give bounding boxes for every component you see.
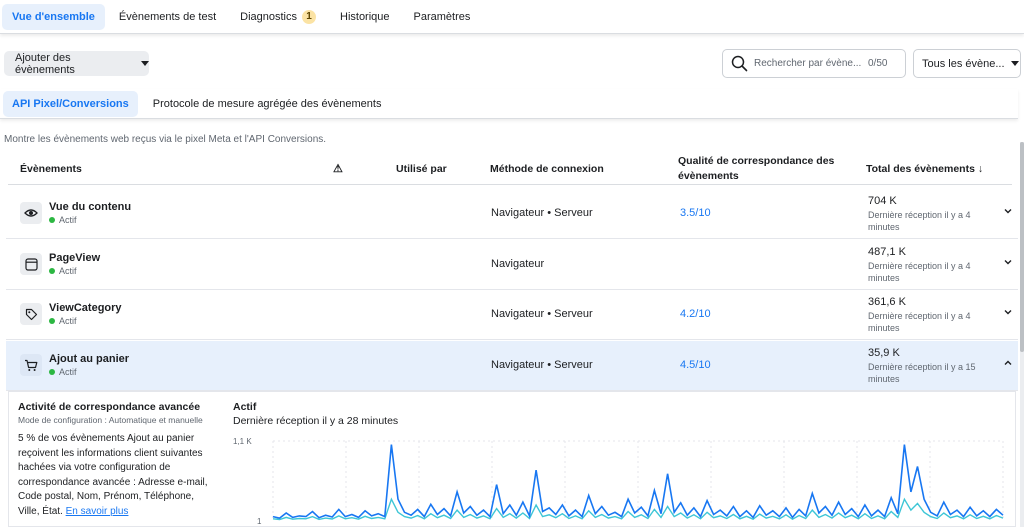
table-row[interactable]: ViewCategory Actif Navigateur • Serveur … <box>6 290 1018 340</box>
match-quality-link[interactable]: 4.5/10 <box>680 359 711 371</box>
header-used-by[interactable]: Utilisé par <box>396 163 447 175</box>
learn-more-link[interactable]: En savoir plus <box>66 506 129 517</box>
y-tick-label: 1 <box>257 517 262 525</box>
event-total: 487,1 K <box>868 246 906 258</box>
header-match-quality[interactable]: Qualité de correspondance des évènements <box>678 155 834 182</box>
event-icon-box <box>20 354 42 376</box>
table-row-expanded[interactable]: Ajout au panier Actif Navigateur • Serve… <box>6 341 1018 391</box>
search-icon <box>731 55 748 72</box>
scrollbar-thumb[interactable] <box>1020 142 1024 352</box>
event-name: PageView <box>49 252 101 264</box>
chevron-down-icon[interactable] <box>1003 206 1013 216</box>
header-connection-method[interactable]: Méthode de connexion <box>490 163 604 175</box>
table-header: Évènements ⚠ Utilisé par Méthode de conn… <box>8 152 1012 185</box>
search-count: 0/50 <box>868 58 888 69</box>
tab-history[interactable]: Historique <box>330 4 400 30</box>
event-icon-box <box>20 303 42 325</box>
event-total: 35,9 K <box>868 347 900 359</box>
event-total: 704 K <box>868 195 897 207</box>
source-subtabs: API Pixel/Conversions Protocole de mesur… <box>0 89 1018 119</box>
caret-down-icon <box>1010 61 1019 66</box>
event-name: ViewCategory <box>49 302 122 314</box>
caret-down-icon <box>141 61 149 66</box>
cart-icon <box>25 359 38 371</box>
page-description: Montre les évènements web reçus via le p… <box>4 134 327 145</box>
connection-method: Navigateur • Serveur <box>491 359 593 371</box>
chevron-up-icon[interactable] <box>1003 358 1013 368</box>
match-quality-link[interactable]: 3.5/10 <box>680 207 711 219</box>
activity-line-chart: 1,1 K 1 <box>233 437 1004 525</box>
last-received: Dernière réception il y a 4 minutes <box>868 261 971 283</box>
event-name: Ajout au panier <box>49 353 130 365</box>
status-badge: Actif <box>49 266 77 276</box>
status-badge: Actif <box>49 316 77 326</box>
diagnostics-count-badge: 1 <box>302 9 316 24</box>
chart-title: Actif <box>233 401 257 413</box>
search-box[interactable]: 0/50 <box>722 49 906 78</box>
table-row[interactable]: Vue du contenu Actif Navigateur • Serveu… <box>6 189 1018 239</box>
tab-overview[interactable]: Vue d'ensemble <box>2 3 105 30</box>
tag-icon <box>25 308 37 320</box>
status-badge: Actif <box>49 367 77 377</box>
match-quality-link[interactable]: 4.2/10 <box>680 308 711 320</box>
advanced-matching-title: Activité de correspondance avancée <box>18 401 201 413</box>
search-input[interactable] <box>754 58 862 69</box>
add-events-button[interactable]: Ajouter des évènements <box>4 51 149 76</box>
last-received: Dernière réception il y a 15 minutes <box>868 362 976 384</box>
event-filter-dropdown[interactable]: Tous les évène... <box>913 49 1021 78</box>
configuration-mode: Mode de configuration : Automatique et m… <box>18 415 203 425</box>
top-navigation: Vue d'ensemble Évènements de test Diagno… <box>0 0 1024 34</box>
status-dot <box>49 217 55 223</box>
header-events[interactable]: Évènements <box>20 163 82 175</box>
tab-diagnostics[interactable]: Diagnostics 1 <box>230 4 326 30</box>
warning-icon: ⚠ <box>333 163 343 175</box>
header-total-events[interactable]: Total des évènements ↓ <box>866 163 983 175</box>
last-received: Dernière réception il y a 4 minutes <box>868 311 971 333</box>
status-dot <box>49 318 55 324</box>
tab-settings[interactable]: Paramètres <box>404 4 481 30</box>
chevron-down-icon[interactable] <box>1003 257 1013 267</box>
last-received: Dernière réception il y a 4 minutes <box>868 210 971 232</box>
tab-test-events[interactable]: Évènements de test <box>109 4 226 30</box>
event-name: Vue du contenu <box>49 201 132 213</box>
event-detail-panel: Activité de correspondance avancée Mode … <box>8 391 1016 527</box>
chevron-down-icon[interactable] <box>1003 307 1013 317</box>
status-dot <box>49 369 55 375</box>
subtab-pixel-conversions-api[interactable]: API Pixel/Conversions <box>3 90 138 117</box>
status-badge: Actif <box>49 215 77 225</box>
chart-subtitle: Dernière réception il y a 28 minutes <box>233 415 399 427</box>
table-row[interactable]: PageView Actif Navigateur 487,1 K Derniè… <box>6 240 1018 290</box>
advanced-matching-description: 5 % de vos évènements Ajout au panier re… <box>18 433 208 517</box>
eye-icon <box>24 209 38 217</box>
status-dot <box>49 268 55 274</box>
event-icon-box <box>20 202 42 224</box>
connection-method: Navigateur • Serveur <box>491 207 593 219</box>
connection-method: Navigateur <box>491 258 545 270</box>
connection-method: Navigateur • Serveur <box>491 308 593 320</box>
y-tick-label: 1,1 K <box>233 437 252 446</box>
browser-window-icon <box>24 257 38 271</box>
subtab-aggregated-event-measurement[interactable]: Protocole de mesure agrégée des évènemen… <box>144 91 391 117</box>
event-icon-box <box>20 253 42 275</box>
event-total: 361,6 K <box>868 296 906 308</box>
